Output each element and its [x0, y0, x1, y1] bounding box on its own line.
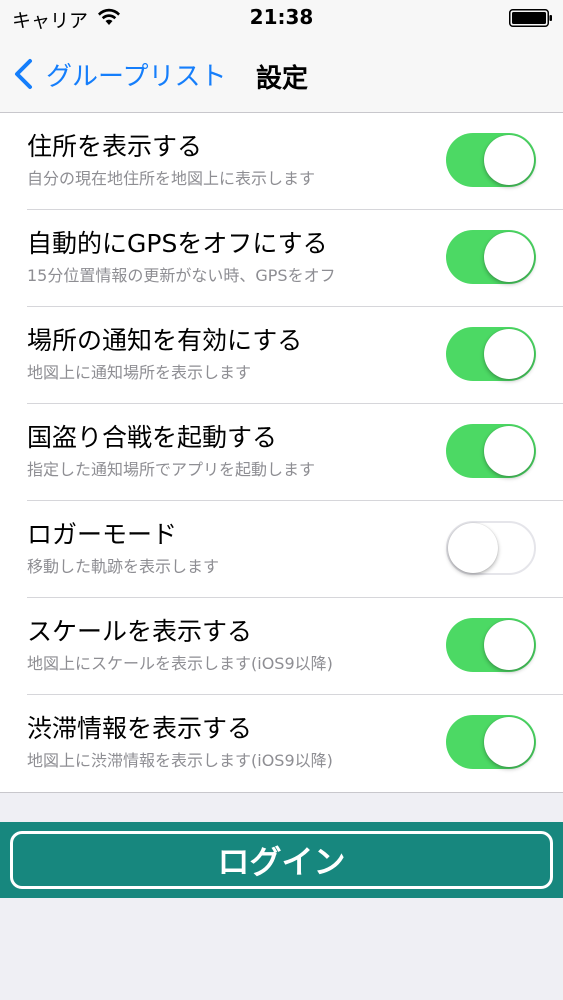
login-section: ログイン: [0, 822, 563, 898]
logger-mode-toggle[interactable]: [446, 521, 536, 575]
chevron-left-icon: [15, 59, 32, 89]
toggle-knob: [484, 620, 534, 670]
setting-subtitle: 自分の現在地住所を地図上に表示します: [27, 169, 316, 188]
toggle-knob: [484, 426, 534, 476]
toggle-knob: [484, 329, 534, 379]
toggle-knob: [448, 523, 498, 573]
toggle-knob: [484, 717, 534, 767]
setting-subtitle: 移動した軌跡を表示します: [27, 557, 220, 576]
battery-icon: [509, 9, 552, 27]
back-button-label: グループリスト: [46, 61, 227, 92]
kunitori-launch-toggle[interactable]: [446, 424, 536, 478]
back-button[interactable]: グループリスト: [12, 52, 226, 96]
show-traffic-toggle[interactable]: [446, 715, 536, 769]
setting-row-show-traffic: 渋滞情報を表示する 地図上に渋滞情報を表示します(iOS9以降): [0, 695, 563, 792]
setting-row-kunitori-launch: 国盗り合戦を起動する 指定した通知場所でアプリを起動します: [0, 404, 563, 501]
setting-row-logger-mode: ロガーモード 移動した軌跡を表示します: [0, 501, 563, 598]
login-button[interactable]: ログイン: [10, 831, 553, 889]
setting-title: 渋滞情報を表示する: [27, 714, 253, 743]
show-address-toggle[interactable]: [446, 133, 536, 187]
toggle-knob: [484, 232, 534, 282]
setting-title: 場所の通知を有効にする: [27, 326, 303, 355]
setting-subtitle: 地図上に通知場所を表示します: [27, 363, 252, 382]
setting-title: 自動的にGPSをオフにする: [27, 229, 328, 258]
show-scale-toggle[interactable]: [446, 618, 536, 672]
setting-title: スケールを表示する: [27, 617, 253, 646]
setting-row-auto-gps-off: 自動的にGPSをオフにする 15分位置情報の更新がない時、GPSをオフ: [0, 210, 563, 307]
setting-title: 国盗り合戦を起動する: [27, 423, 278, 452]
page-title: 設定: [256, 64, 309, 94]
toggle-knob: [484, 135, 534, 185]
setting-title: 住所を表示する: [27, 132, 203, 161]
setting-row-place-notification: 場所の通知を有効にする 地図上に通知場所を表示します: [0, 307, 563, 404]
settings-list: 住所を表示する 自分の現在地住所を地図上に表示します 自動的にGPSをオフにする…: [0, 113, 563, 793]
auto-gps-off-toggle[interactable]: [446, 230, 536, 284]
setting-subtitle: 地図上にスケールを表示します(iOS9以降): [27, 654, 333, 673]
setting-subtitle: 指定した通知場所でアプリを起動します: [27, 460, 316, 479]
setting-subtitle: 地図上に渋滞情報を表示します(iOS9以降): [27, 751, 333, 770]
setting-row-show-address: 住所を表示する 自分の現在地住所を地図上に表示します: [0, 113, 563, 210]
status-time: 21:38: [249, 5, 314, 29]
setting-title: ロガーモード: [27, 520, 178, 549]
place-notification-toggle[interactable]: [446, 327, 536, 381]
status-bar: キャリア 21:38: [0, 0, 563, 36]
setting-row-show-scale: スケールを表示する 地図上にスケールを表示します(iOS9以降): [0, 598, 563, 695]
setting-subtitle: 15分位置情報の更新がない時、GPSをオフ: [27, 266, 336, 285]
navigation-bar: グループリスト 設定: [0, 36, 563, 113]
